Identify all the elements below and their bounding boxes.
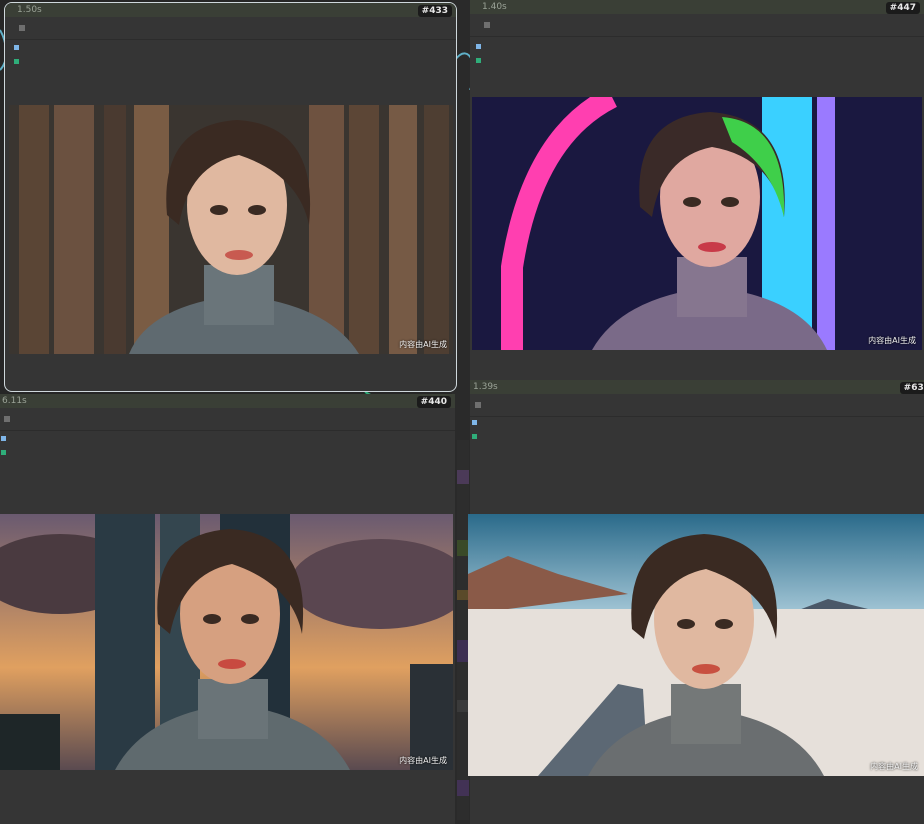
node-id-badge: #637 [899,382,924,394]
node-id-badge: #433 [417,5,452,17]
image-preview-node[interactable]: 1.50s #433 内容由AI生成 [4,2,457,392]
node-header[interactable]: 1.39s [470,380,924,394]
ai-generated-label: 内容由AI生成 [399,340,447,349]
node-header[interactable]: 1.50s [5,3,456,17]
input-port[interactable] [1,436,6,441]
node-title-row[interactable] [470,394,924,417]
output-port[interactable] [472,434,477,439]
portrait-city-sunset-image [0,514,453,770]
node-id-badge: #447 [885,2,920,14]
node-exec-time: 6.11s [2,396,27,406]
node-exec-time: 1.50s [17,5,42,15]
generated-image-preview[interactable]: 内容由AI生成 [468,514,924,776]
node-id-badge: #440 [416,396,451,408]
portrait-forest-image [9,105,453,354]
portrait-neon-image [472,97,922,350]
image-preview-node[interactable]: 6.11s #440 内容由AI生成 [0,394,455,824]
ai-generated-label: 内容由AI生成 [399,756,447,765]
portrait-desert-image [468,514,924,776]
collapse-toggle-icon[interactable] [4,416,10,422]
input-port[interactable] [14,45,19,50]
node-exec-time: 1.39s [473,382,498,392]
node-header[interactable]: 1.40s [470,0,924,14]
collapse-toggle-icon[interactable] [484,22,490,28]
image-preview-node[interactable]: 1.40s #447 内容由AI生成 [470,0,924,380]
output-port[interactable] [1,450,6,455]
node-title-row[interactable] [0,408,455,431]
input-port[interactable] [472,420,477,425]
ai-generated-label: 内容由AI生成 [868,336,916,345]
input-port[interactable] [476,44,481,49]
node-header[interactable]: 6.11s [0,394,455,408]
node-title-row[interactable] [5,17,456,40]
collapse-toggle-icon[interactable] [475,402,481,408]
node-exec-time: 1.40s [482,2,507,12]
generated-image-preview[interactable]: 内容由AI生成 [0,514,453,770]
output-port[interactable] [14,59,19,64]
generated-image-preview[interactable]: 内容由AI生成 [9,105,453,354]
image-preview-node[interactable]: 1.39s #637 内容由AI生成 [468,380,924,824]
ai-generated-label: 内容由AI生成 [870,762,918,771]
generated-image-preview[interactable]: 内容由AI生成 [472,97,922,350]
node-title-row[interactable] [470,14,924,37]
collapse-toggle-icon[interactable] [19,25,25,31]
output-port[interactable] [476,58,481,63]
